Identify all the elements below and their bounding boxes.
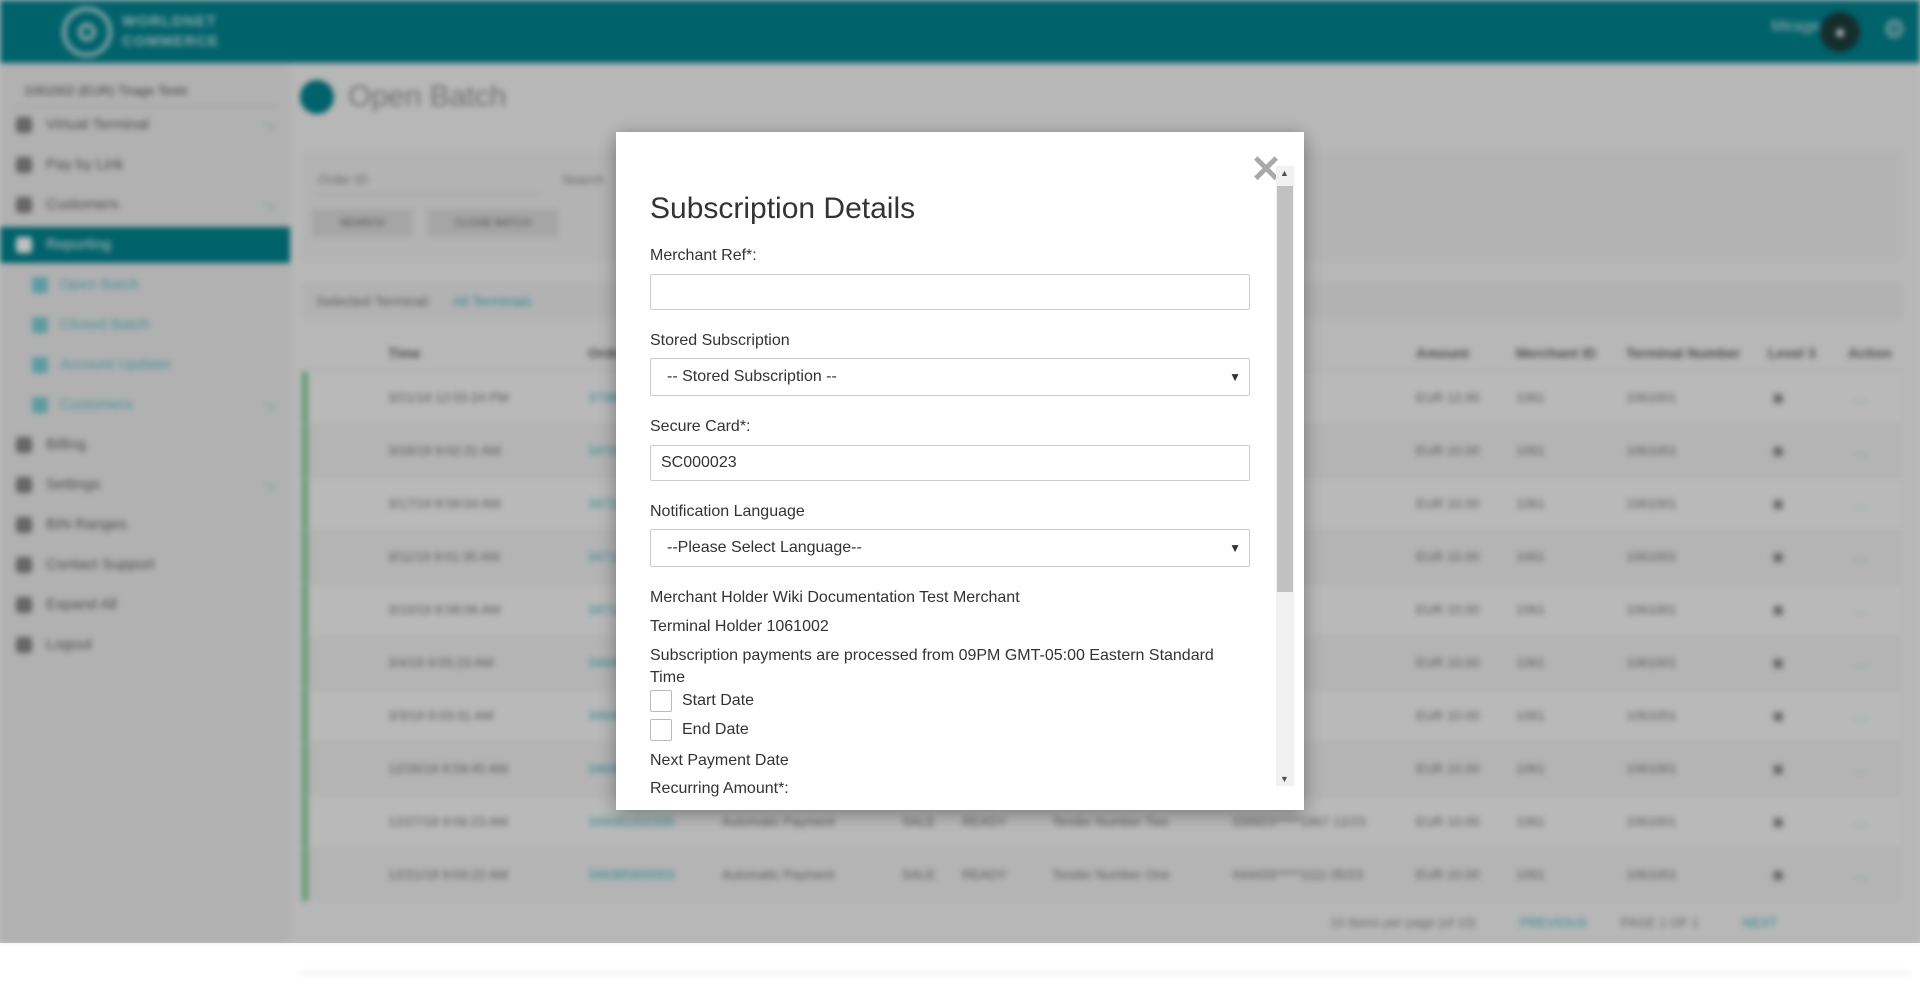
merchant-holder-text: Merchant Holder Wiki Documentation Test … — [650, 589, 1020, 606]
start-date-row[interactable]: Start Date — [650, 690, 754, 712]
secure-card-label: Secure Card*: — [650, 418, 751, 435]
stored-subscription-select[interactable]: -- Stored Subscription -- ▼ — [650, 358, 1250, 396]
terminal-holder-text: Terminal Holder 1061002 — [650, 618, 829, 635]
scroll-down-icon[interactable]: ▼ — [1280, 774, 1289, 784]
dropdown-caret-icon: ▼ — [1229, 541, 1241, 555]
scroll-up-icon[interactable]: ▲ — [1280, 168, 1289, 178]
secure-card-input[interactable] — [650, 445, 1250, 481]
notification-language-select[interactable]: --Please Select Language-- ▼ — [650, 529, 1250, 567]
notification-language-label: Notification Language — [650, 503, 805, 520]
stored-subscription-value: -- Stored Subscription -- — [667, 368, 837, 385]
modal-title: Subscription Details — [650, 192, 916, 225]
subscription-details-modal: ✕ ▲ ▼ Subscription Details Merchant Ref*… — [616, 132, 1304, 810]
merchant-ref-label: Merchant Ref*: — [650, 247, 757, 264]
footer — [0, 943, 1920, 1006]
next-payment-date-label: Next Payment Date — [650, 752, 789, 769]
modal-scrollbar[interactable]: ▲ ▼ — [1276, 166, 1294, 786]
processing-note-text: Subscription payments are processed from… — [650, 647, 1214, 686]
end-date-row[interactable]: End Date — [650, 719, 749, 741]
recurring-amount-label: Recurring Amount*: — [650, 780, 789, 797]
notification-language-value: --Please Select Language-- — [667, 539, 862, 556]
end-date-label: End Date — [682, 721, 749, 738]
dropdown-caret-icon: ▼ — [1229, 370, 1241, 384]
merchant-ref-input[interactable] — [650, 274, 1250, 310]
modal-body: Subscription Details Merchant Ref*: Stor… — [650, 132, 1250, 810]
stored-subscription-label: Stored Subscription — [650, 332, 790, 349]
end-date-checkbox[interactable] — [650, 719, 672, 741]
start-date-label: Start Date — [682, 692, 755, 709]
scroll-thumb[interactable] — [1277, 186, 1293, 592]
footer-divider — [300, 972, 1910, 974]
start-date-checkbox[interactable] — [650, 690, 672, 712]
